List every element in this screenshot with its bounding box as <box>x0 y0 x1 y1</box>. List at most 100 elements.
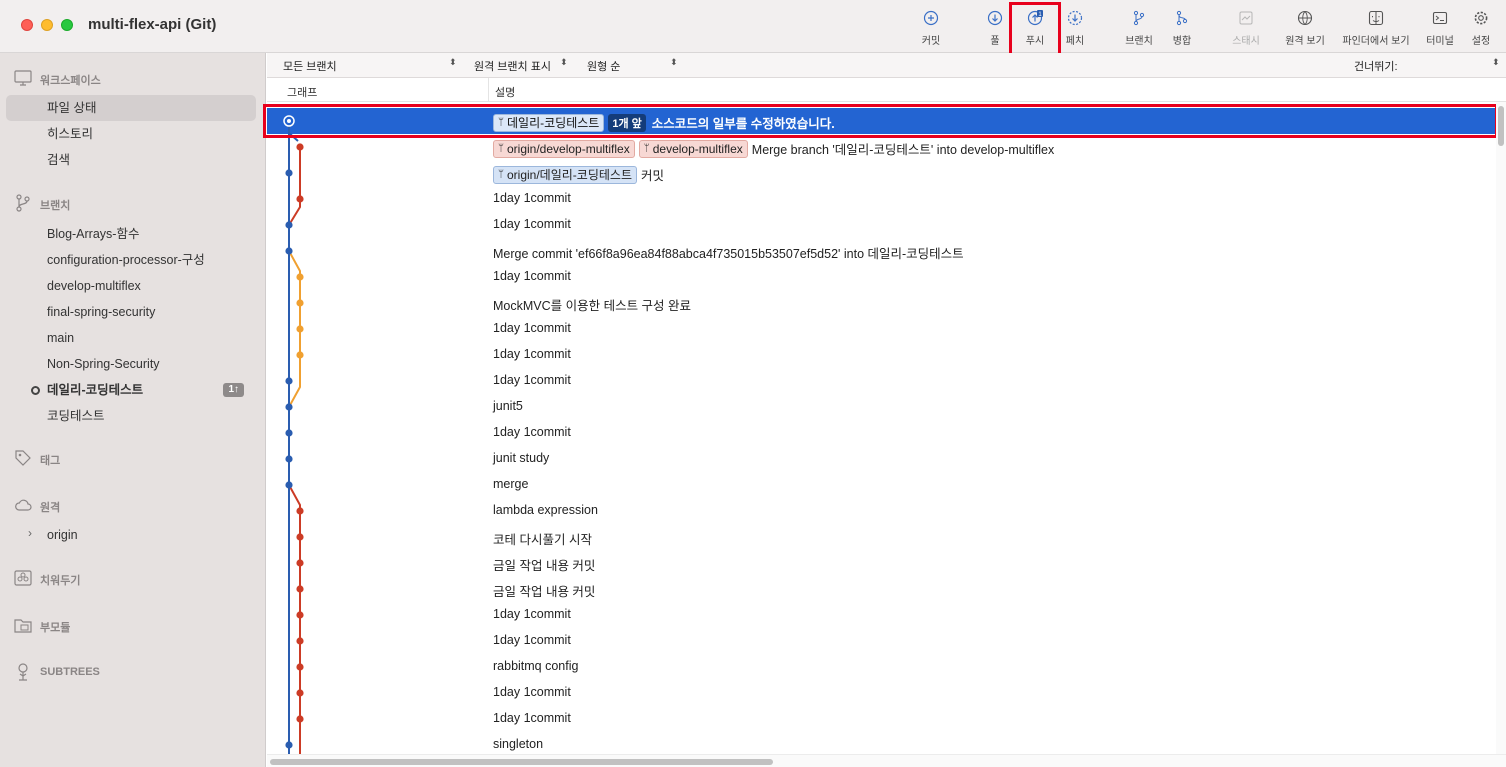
commit-node <box>296 611 304 619</box>
commit-row[interactable]: junit5 <box>267 394 1496 420</box>
branch-tag[interactable]: ᛘ develop-multiflex <box>638 139 748 158</box>
commit-row[interactable]: 1day 1commit <box>267 264 1496 290</box>
commit-row[interactable]: Merge commit 'ef66f8a96ea84f88abca4f7350… <box>267 238 1496 264</box>
commit-button[interactable]: 커밋 <box>916 10 946 50</box>
commit-row[interactable]: MockMVC를 이용한 테스트 구성 완료 <box>267 290 1496 316</box>
branch-tag-label: origin/develop-multiflex <box>507 141 630 156</box>
close-window-button[interactable] <box>21 19 33 31</box>
commit-row[interactable]: 1day 1commit <box>267 212 1496 238</box>
commit-row[interactable]: 1day 1commit <box>267 186 1496 212</box>
fetch-icon <box>1067 10 1083 26</box>
minimize-window-button[interactable] <box>41 19 53 31</box>
chevron-updown-icon[interactable]: ⬍ <box>1492 57 1500 68</box>
chevron-updown-icon[interactable]: ⬍ <box>670 57 678 68</box>
sidebar-item-search[interactable]: 검색 <box>6 147 256 173</box>
branches-section-title: 브랜치 <box>40 200 71 212</box>
remote-branch-toggle[interactable]: 원격 브랜치 표시 <box>474 58 551 74</box>
branch-filter-select[interactable]: 모든 브랜치 <box>283 58 337 74</box>
sidebar-item-history[interactable]: 히스토리 <box>6 121 256 147</box>
branch-icon: ᛘ <box>498 117 504 128</box>
horizontal-scrollbar[interactable] <box>267 754 1506 767</box>
commit-row[interactable]: 금일 작업 내용 커밋 <box>267 576 1496 602</box>
commit-row[interactable]: junit study <box>267 446 1496 472</box>
stash-button[interactable]: 스태시 <box>1228 10 1264 50</box>
view-remote-button[interactable]: 원격 보기 <box>1282 10 1328 50</box>
commit-node <box>285 481 293 489</box>
commit-label: 커밋 <box>921 36 941 47</box>
column-divider[interactable] <box>488 78 489 102</box>
sidebar-item-file-status[interactable]: 파일 상태 <box>6 95 256 121</box>
commit-description: rabbitmq config <box>493 659 578 673</box>
sidebar-item-branch[interactable]: 코딩테스트 <box>6 403 256 429</box>
sidebar-item-branch[interactable]: final-spring-security <box>6 299 256 325</box>
commit-description: ᛘ origin/데일리-코딩테스트 커밋 <box>493 165 664 184</box>
commit-row[interactable]: 1day 1commit <box>267 420 1496 446</box>
folder-icon <box>14 619 32 633</box>
graph-edge <box>288 147 301 226</box>
sidebar-item-branch[interactable]: Non-Spring-Security <box>6 351 256 377</box>
commit-row[interactable]: merge <box>267 472 1496 498</box>
branch-tag[interactable]: ᛘ origin/데일리-코딩테스트 <box>493 165 638 184</box>
horizontal-scroll-thumb[interactable] <box>270 759 773 765</box>
branch-icon <box>16 194 30 212</box>
commit-message: 1day 1commit <box>493 217 571 231</box>
sidebar-item-branch[interactable]: develop-multiflex <box>6 273 256 299</box>
commit-row[interactable]: 금일 작업 내용 커밋 <box>267 550 1496 576</box>
order-select[interactable]: 원형 순 <box>587 58 620 74</box>
show-in-finder-button[interactable]: 파인더에서 보기 <box>1338 10 1414 50</box>
description-column-header[interactable]: 설명 <box>495 84 515 100</box>
chevron-updown-icon[interactable]: ⬍ <box>560 57 568 68</box>
sidebar-item-current-branch[interactable]: 데일리-코딩테스트 1↑ <box>6 377 256 403</box>
commit-description: MockMVC를 이용한 테스트 구성 완료 <box>493 295 691 314</box>
vertical-scroll-thumb[interactable] <box>1498 106 1504 146</box>
chevron-updown-icon[interactable]: ⬍ <box>449 57 457 68</box>
sidebar-item-remote-origin[interactable]: origin <box>6 522 256 548</box>
commit-node <box>296 299 304 307</box>
merge-button[interactable]: 병합 <box>1168 10 1196 50</box>
commit-row[interactable]: 1day 1commit <box>267 628 1496 654</box>
commit-message: lambda expression <box>493 503 598 517</box>
commit-row[interactable]: 코테 다시풀기 시작 <box>267 524 1496 550</box>
terminal-button[interactable]: 터미널 <box>1424 10 1456 50</box>
commit-node <box>296 273 304 281</box>
show-in-finder-label: 파인더에서 보기 <box>1342 36 1410 47</box>
commit-row[interactable]: ᛘ 데일리-코딩테스트 1개 앞 소스코드의 일부를 수정하였습니다. <box>267 108 1496 134</box>
commit-row[interactable]: 1day 1commit <box>267 706 1496 732</box>
vertical-scrollbar[interactable] <box>1496 102 1506 754</box>
fetch-button[interactable]: 페치 <box>1060 10 1090 50</box>
commit-row[interactable]: 1day 1commit <box>267 602 1496 628</box>
branch-tag[interactable]: ᛘ origin/develop-multiflex <box>493 139 635 158</box>
commit-row[interactable]: ᛘ origin/develop-multiflex ᛘ develop-multif… <box>267 134 1496 160</box>
sidebar-item-branch[interactable]: main <box>6 325 256 351</box>
commit-description: singleton <box>493 737 543 751</box>
branch-button[interactable]: 브랜치 <box>1122 10 1156 50</box>
commit-row[interactable]: rabbitmq config <box>267 654 1496 680</box>
commit-description: ᛘ 데일리-코딩테스트 1개 앞 소스코드의 일부를 수정하였습니다. <box>493 113 835 132</box>
graph-column-header[interactable]: 그래프 <box>287 84 317 100</box>
commit-row[interactable]: 1day 1commit <box>267 342 1496 368</box>
commit-node <box>285 455 293 463</box>
commit-row[interactable]: 1day 1commit <box>267 316 1496 342</box>
pull-button[interactable]: 풀 <box>980 10 1010 50</box>
commit-node <box>296 143 304 151</box>
tag-icon <box>15 450 31 466</box>
commit-row[interactable]: lambda expression <box>267 498 1496 524</box>
commit-node <box>285 403 293 411</box>
jump-to-select[interactable]: 건너뛰기: <box>1354 58 1398 74</box>
sidebar-item-branch[interactable]: Blog-Arrays-함수 <box>6 221 256 247</box>
commit-message: MockMVC를 이용한 테스트 구성 완료 <box>493 299 692 313</box>
commit-row[interactable]: 1day 1commit <box>267 680 1496 706</box>
current-branch-indicator-icon <box>31 386 40 395</box>
commit-description: 1day 1commit <box>493 373 571 387</box>
commit-message: 1day 1commit <box>493 633 571 647</box>
settings-button[interactable]: 설정 <box>1466 10 1496 50</box>
commit-description: 1day 1commit <box>493 633 571 647</box>
view-remote-label: 원격 보기 <box>1285 36 1325 47</box>
branch-tag[interactable]: ᛘ 데일리-코딩테스트 <box>493 113 605 132</box>
sidebar-item-branch[interactable]: configuration-processor-구성 <box>6 247 256 273</box>
zoom-window-button[interactable] <box>61 19 73 31</box>
commit-message: merge <box>493 477 529 491</box>
column-header: 그래프 설명 <box>267 78 1506 102</box>
commit-row[interactable]: 1day 1commit <box>267 368 1496 394</box>
commit-row[interactable]: ᛘ origin/데일리-코딩테스트 커밋 <box>267 160 1496 186</box>
